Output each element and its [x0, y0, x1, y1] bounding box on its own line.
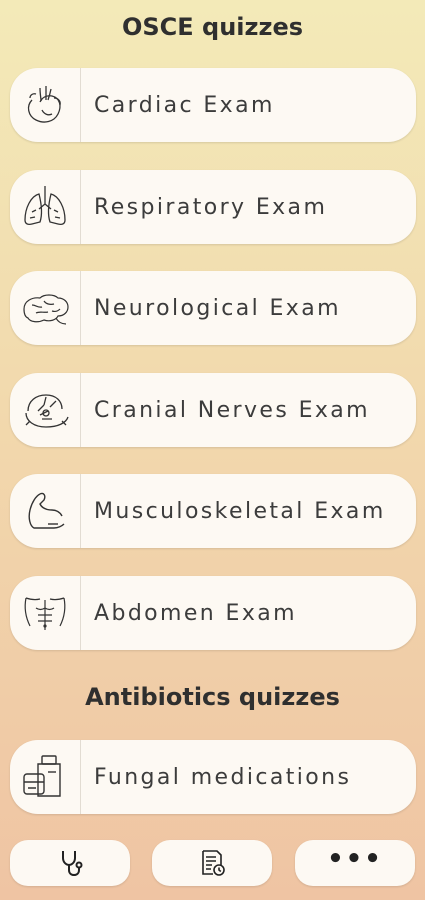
nav-more-button[interactable]: ••• — [295, 840, 415, 886]
cardiac-exam-label: Cardiac Exam — [94, 92, 275, 118]
neurological-exam-button[interactable]: Neurological Exam — [10, 271, 416, 345]
nav-exams-button[interactable] — [10, 840, 130, 886]
cranial-nerves-exam-label: Cranial Nerves Exam — [94, 397, 371, 423]
document-clock-icon — [202, 850, 225, 876]
osce-section-title: OSCE quizzes — [121, 13, 304, 41]
arm-muscle-icon — [10, 474, 81, 548]
brain-icon — [10, 271, 81, 345]
respiratory-exam-button[interactable]: Respiratory Exam — [10, 170, 416, 244]
more-icon: ••• — [327, 844, 383, 874]
medication-bottle-icon — [10, 740, 81, 814]
lungs-icon — [10, 170, 81, 244]
nav-quizzes-button[interactable] — [152, 840, 272, 886]
heart-icon — [10, 68, 81, 142]
neurological-exam-label: Neurological Exam — [94, 295, 341, 321]
respiratory-exam-label: Respiratory Exam — [94, 194, 328, 220]
cranial-nerves-icon — [10, 373, 81, 447]
cardiac-exam-button[interactable]: Cardiac Exam — [10, 68, 416, 142]
abdomen-exam-label: Abdomen Exam — [94, 600, 297, 626]
cranial-nerves-exam-button[interactable]: Cranial Nerves Exam — [10, 373, 416, 447]
abdomen-exam-button[interactable]: Abdomen Exam — [10, 576, 416, 650]
antibiotics-section-title: Antibiotics quizzes — [85, 683, 340, 711]
fungal-medications-button[interactable]: Fungal medications — [10, 740, 416, 814]
torso-icon — [10, 576, 81, 650]
stethoscope-icon — [62, 851, 83, 877]
musculoskeletal-exam-label: Musculoskeletal Exam — [94, 498, 386, 524]
musculoskeletal-exam-button[interactable]: Musculoskeletal Exam — [10, 474, 416, 548]
fungal-medications-label: Fungal medications — [94, 764, 352, 790]
